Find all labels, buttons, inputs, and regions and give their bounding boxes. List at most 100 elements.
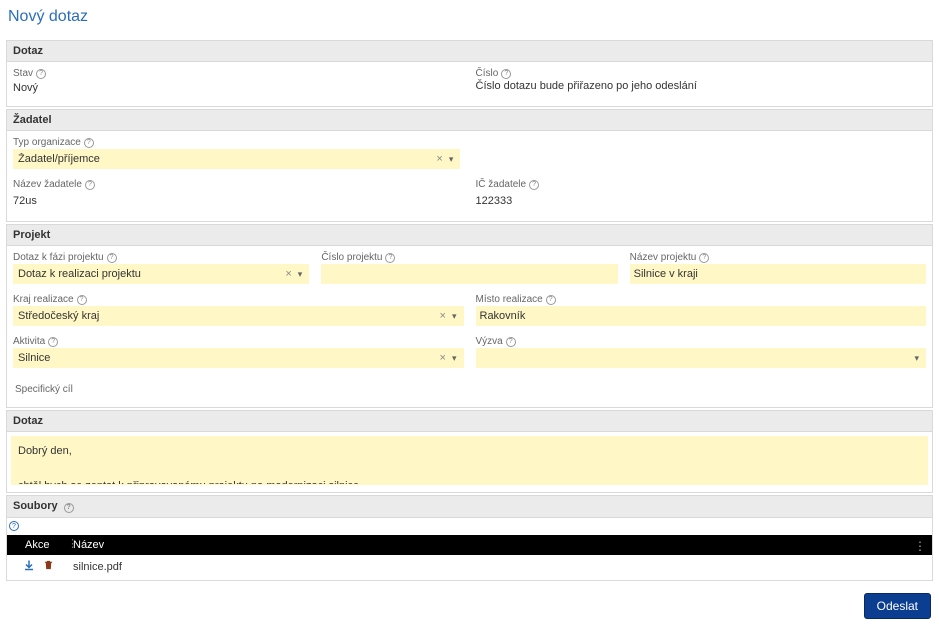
- label-misto: Místo realizace ?: [476, 294, 927, 305]
- help-icon[interactable]: ?: [85, 180, 95, 190]
- col-akce-text: Akce: [13, 539, 49, 551]
- field-ic-zadatele: IČ žadatele ?: [476, 179, 927, 211]
- col-header-nazev[interactable]: ⋮ Název ⋮: [67, 535, 932, 555]
- combo-clear-icon[interactable]: ×: [436, 352, 450, 364]
- combo-clear-icon[interactable]: ×: [281, 268, 295, 280]
- label-vyzva-text: Výzva: [476, 336, 503, 347]
- combo-aktivita-value: Silnice: [18, 352, 436, 364]
- input-misto-realizace[interactable]: [476, 306, 927, 326]
- combo-kraj-realizace[interactable]: Středočeský kraj × ▾: [13, 306, 464, 326]
- chevron-down-icon[interactable]: ▾: [450, 353, 459, 364]
- section-header-dotaz2: Dotaz: [7, 411, 932, 432]
- help-icon[interactable]: ?: [48, 337, 58, 347]
- help-icon[interactable]: ?: [699, 253, 709, 263]
- field-cislo: Číslo ? Číslo dotazu bude přiřazeno po j…: [476, 68, 927, 96]
- chevron-down-icon[interactable]: ▾: [912, 353, 921, 364]
- help-icon[interactable]: ?: [506, 337, 516, 347]
- label-nazevproj-text: Název projektu: [630, 252, 697, 263]
- label-nazev-projektu: Název projektu ?: [630, 252, 926, 263]
- label-kraj: Kraj realizace ?: [13, 294, 464, 305]
- section-header-soubory: Soubory ?: [7, 496, 932, 518]
- help-icon[interactable]: ?: [546, 295, 556, 305]
- label-misto-text: Místo realizace: [476, 294, 543, 305]
- label-cislo-projektu: Číslo projektu ?: [321, 252, 617, 263]
- section-zadatel: Žadatel Typ organizace ? Žadatel/příjemc…: [6, 109, 933, 222]
- field-nazev-zadatele: Název žadatele ?: [13, 179, 464, 211]
- field-misto-realizace: Místo realizace ?: [476, 294, 927, 326]
- field-stav: Stav ? Nový: [13, 68, 464, 96]
- label-cislo: Číslo ?: [476, 68, 927, 79]
- help-icon[interactable]: ?: [84, 138, 94, 148]
- input-ic-zadatele[interactable]: [476, 191, 927, 211]
- label-aktivita: Aktivita ?: [13, 336, 464, 347]
- combo-clear-icon[interactable]: ×: [436, 310, 450, 322]
- table-row[interactable]: silnice.pdf: [7, 555, 932, 578]
- section-projekt: Projekt Dotaz k fázi projektu ? Dotaz k …: [6, 224, 933, 408]
- label-cislo-text: Číslo: [476, 68, 499, 79]
- file-row-actions: [13, 559, 61, 574]
- label-nazev-zadatele: Název žadatele ?: [13, 179, 464, 190]
- textarea-dotaz[interactable]: [11, 436, 928, 485]
- section-dotaz-text: Dotaz: [6, 410, 933, 493]
- field-faze-projektu: Dotaz k fázi projektu ? Dotaz k realizac…: [13, 252, 309, 284]
- label-faze: Dotaz k fázi projektu ?: [13, 252, 309, 263]
- section-dotaz-info: Dotaz Stav ? Nový Číslo ? Číslo dotazu b…: [6, 40, 933, 107]
- field-typ-organizace: Typ organizace ? Žadatel/příjemce × ▾: [13, 137, 460, 169]
- submit-button[interactable]: Odeslat: [864, 593, 931, 619]
- label-vyzva: Výzva ?: [476, 336, 927, 347]
- value-cislo-hint: Číslo dotazu bude přiřazeno po jeho odes…: [476, 80, 927, 92]
- trash-icon[interactable]: [43, 559, 54, 574]
- label-typ-organizace: Typ organizace ?: [13, 137, 460, 148]
- files-table: Akce ⋮ Název ⋮: [7, 535, 932, 578]
- label-aktivita-text: Aktivita: [13, 336, 45, 347]
- section-header-projekt: Projekt: [7, 225, 932, 246]
- combo-aktivita[interactable]: Silnice × ▾: [13, 348, 464, 368]
- label-nazevzad-text: Název žadatele: [13, 179, 82, 190]
- download-icon[interactable]: [23, 559, 35, 574]
- label-cisloproj-text: Číslo projektu: [321, 252, 382, 263]
- section-header-dotaz: Dotaz: [7, 41, 932, 62]
- help-icon[interactable]: ?: [501, 69, 511, 79]
- help-icon[interactable]: ?: [36, 69, 46, 79]
- help-icon[interactable]: ?: [107, 253, 117, 263]
- combo-kraj-value: Středočeský kraj: [18, 310, 436, 322]
- label-faze-text: Dotaz k fázi projektu: [13, 252, 104, 263]
- input-nazev-zadatele[interactable]: [13, 191, 464, 211]
- section-header-zadatel: Žadatel: [7, 110, 932, 131]
- col-menu-icon[interactable]: ⋮: [914, 539, 926, 553]
- section-header-soubory-text: Soubory: [13, 500, 58, 512]
- field-nazev-projektu: Název projektu ?: [630, 252, 926, 284]
- field-vyzva: Výzva ? ▾: [476, 336, 927, 368]
- field-aktivita: Aktivita ? Silnice × ▾: [13, 336, 464, 368]
- combo-typ-organizace[interactable]: Žadatel/příjemce × ▾: [13, 149, 460, 169]
- label-ic-text: IČ žadatele: [476, 179, 527, 190]
- help-icon[interactable]: ?: [529, 180, 539, 190]
- help-icon[interactable]: ?: [64, 503, 74, 513]
- combo-faze-value: Dotaz k realizaci projektu: [18, 268, 281, 280]
- combo-faze-projektu[interactable]: Dotaz k realizaci projektu × ▾: [13, 264, 309, 284]
- section-soubory: Soubory ? ? Akce ⋮ Název ⋮: [6, 495, 933, 581]
- chevron-down-icon[interactable]: ▾: [296, 269, 305, 280]
- chevron-down-icon[interactable]: ▾: [447, 154, 456, 165]
- field-kraj-realizace: Kraj realizace ? Středočeský kraj × ▾: [13, 294, 464, 326]
- combo-typorg-value: Žadatel/příjemce: [18, 153, 432, 165]
- help-icon[interactable]: ?: [385, 253, 395, 263]
- input-cislo-projektu[interactable]: [321, 264, 617, 284]
- chevron-down-icon[interactable]: ▾: [450, 311, 459, 322]
- file-name-cell: silnice.pdf: [67, 555, 932, 578]
- col-separator-icon: ⋮: [67, 537, 78, 550]
- help-icon[interactable]: ?: [77, 295, 87, 305]
- help-icon-inner: ?: [9, 521, 19, 531]
- help-icon[interactable]: ?: [7, 518, 932, 536]
- page-title: Nový dotaz: [8, 8, 933, 26]
- input-nazev-projektu[interactable]: [630, 264, 926, 284]
- label-typorg-text: Typ organizace: [13, 137, 81, 148]
- combo-clear-icon[interactable]: ×: [432, 153, 446, 165]
- footer: Odeslat: [6, 583, 933, 621]
- combo-vyzva[interactable]: ▾: [476, 348, 927, 368]
- value-stav: Nový: [13, 80, 464, 96]
- col-header-akce[interactable]: Akce: [7, 535, 67, 555]
- field-cislo-projektu: Číslo projektu ?: [321, 252, 617, 284]
- label-stav: Stav ?: [13, 68, 464, 79]
- label-stav-text: Stav: [13, 68, 33, 79]
